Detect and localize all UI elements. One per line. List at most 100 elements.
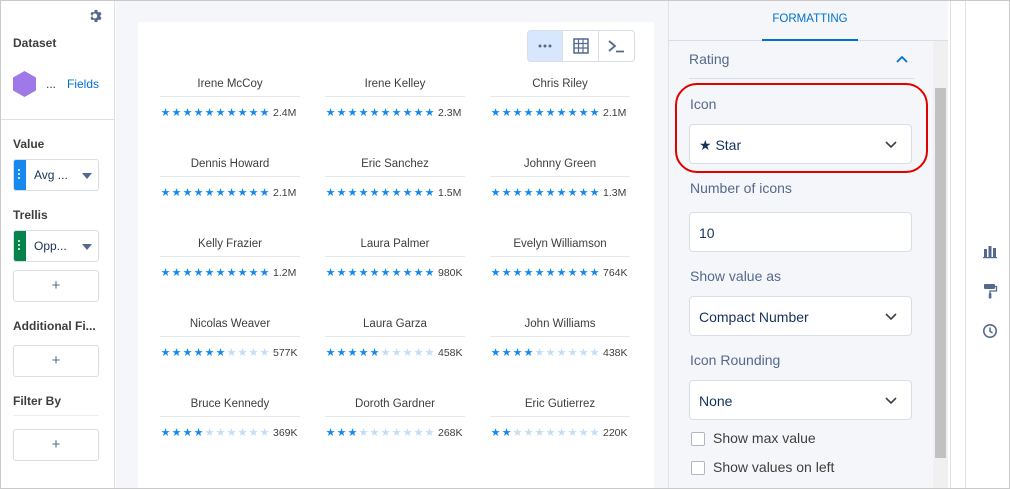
star-filled-icon: ★: [347, 107, 358, 119]
divider: [160, 96, 300, 97]
chevron-up-icon[interactable]: [895, 54, 909, 64]
rating-value: 1.2M: [273, 267, 297, 279]
star-empty-icon: ★: [578, 347, 589, 359]
value-pill-label: Avg ...: [34, 168, 68, 182]
paint-roller-icon[interactable]: [982, 283, 998, 299]
star-filled-icon: ★: [402, 107, 413, 119]
star-filled-icon: ★: [589, 187, 600, 199]
trellis-label: Trellis: [13, 208, 48, 222]
show-max-value-label[interactable]: Show max value: [713, 430, 816, 446]
trellis-cell-name: Bruce Kennedy: [190, 398, 270, 410]
clock-icon[interactable]: [982, 323, 998, 339]
value-pill[interactable]: Avg ...: [13, 159, 99, 191]
number-of-icons-value: 10: [699, 225, 715, 241]
star-filled-icon: ★: [259, 187, 270, 199]
icon-rounding-label: Icon Rounding: [690, 352, 781, 368]
add-filter-button[interactable]: +: [13, 429, 99, 461]
trellis-pill[interactable]: Opp...: [13, 230, 99, 262]
drag-handle[interactable]: [14, 231, 26, 261]
star-filled-icon: ★: [424, 187, 435, 199]
rating-value: 2.4M: [273, 107, 297, 119]
star-filled-icon: ★: [160, 187, 171, 199]
star-filled-icon: ★: [534, 267, 545, 279]
rating-stars: ★ ★ ★ ★ ★ ★ ★ ★ ★ ★: [490, 266, 600, 280]
chart-view-button[interactable]: [528, 31, 564, 61]
bar-chart-icon[interactable]: [982, 243, 998, 259]
star-filled-icon: ★: [347, 427, 358, 439]
trellis-cell: Johnny Green ★ ★ ★ ★ ★ ★ ★ ★ ★ ★ 1.3M: [490, 158, 630, 218]
rating-stars: ★ ★ ★ ★ ★ ★ ★ ★ ★ ★: [160, 266, 270, 280]
star-filled-icon: ★: [424, 107, 435, 119]
add-trellis-button[interactable]: +: [13, 270, 99, 302]
panel-gutter: [116, 1, 128, 488]
star-empty-icon: ★: [402, 427, 413, 439]
query-view-button[interactable]: [599, 31, 634, 61]
star-empty-icon: ★: [391, 347, 402, 359]
star-filled-icon: ★: [534, 107, 545, 119]
star-filled-icon: ★: [490, 267, 501, 279]
star-filled-icon: ★: [501, 267, 512, 279]
star-filled-icon: ★: [193, 427, 204, 439]
caret-down-icon[interactable]: [82, 173, 92, 179]
show-max-value-checkbox[interactable]: [691, 432, 705, 446]
star-empty-icon: ★: [523, 427, 534, 439]
show-value-as-select[interactable]: Compact Number: [689, 296, 912, 336]
rating-value: 1.3M: [603, 187, 627, 199]
rating-stars: ★ ★ ★ ★ ★ ★ ★ ★ ★ ★: [325, 186, 435, 200]
star-filled-icon: ★: [193, 107, 204, 119]
star-filled-icon: ★: [347, 187, 358, 199]
star-filled-icon: ★: [204, 267, 215, 279]
star-filled-icon: ★: [182, 427, 193, 439]
divider: [13, 415, 99, 416]
star-empty-icon: ★: [380, 427, 391, 439]
icon-rounding-select[interactable]: None: [689, 380, 912, 420]
divider: [325, 336, 465, 337]
divider: [325, 256, 465, 257]
section-title[interactable]: Rating: [689, 51, 914, 67]
dataset-name[interactable]: ...: [46, 77, 56, 91]
tab-formatting[interactable]: FORMATTING: [762, 1, 858, 41]
add-additional-field-button[interactable]: +: [13, 345, 99, 377]
trellis-cell: Doroth Gardner ★ ★ ★ ★ ★ ★ ★ ★ ★ ★ 268K: [325, 398, 465, 458]
star-filled-icon: ★: [182, 187, 193, 199]
star-empty-icon: ★: [380, 347, 391, 359]
rail-divider: [950, 1, 966, 488]
trellis-cell: Eric Sanchez ★ ★ ★ ★ ★ ★ ★ ★ ★ ★ 1.5M: [325, 158, 465, 218]
show-values-on-left-label[interactable]: Show values on left: [713, 459, 834, 475]
star-empty-icon: ★: [259, 427, 270, 439]
highlight-circle: [675, 83, 928, 173]
dataset-label: Dataset: [13, 36, 57, 50]
star-filled-icon: ★: [380, 107, 391, 119]
fields-link[interactable]: Fields: [67, 77, 99, 91]
star-filled-icon: ★: [501, 107, 512, 119]
star-filled-icon: ★: [336, 107, 347, 119]
rating-value: 268K: [438, 427, 463, 439]
star-empty-icon: ★: [226, 347, 237, 359]
star-filled-icon: ★: [490, 187, 501, 199]
star-empty-icon: ★: [413, 427, 424, 439]
drag-handle[interactable]: [14, 160, 26, 190]
trellis-cell-name: Doroth Gardner: [355, 398, 435, 410]
rating-value: 980K: [438, 267, 463, 279]
caret-down-icon[interactable]: [82, 244, 92, 250]
trellis-cell: Kelly Frazier ★ ★ ★ ★ ★ ★ ★ ★ ★ ★ 1.2M: [160, 238, 300, 298]
scrollbar-thumb[interactable]: [935, 88, 946, 458]
star-filled-icon: ★: [358, 107, 369, 119]
show-values-on-left-checkbox[interactable]: [691, 461, 705, 475]
trellis-cell-name: Laura Palmer: [360, 238, 430, 250]
table-view-button[interactable]: [563, 31, 599, 61]
rating-stars: ★ ★ ★ ★ ★ ★ ★ ★ ★ ★: [490, 346, 600, 360]
gear-icon[interactable]: [89, 9, 103, 23]
divider: [325, 96, 465, 97]
star-filled-icon: ★: [171, 267, 182, 279]
rating-value: 2.1M: [603, 107, 627, 119]
trellis-cell: Irene McCoy ★ ★ ★ ★ ★ ★ ★ ★ ★ ★ 2.4M: [160, 78, 300, 138]
trellis-cell: Bruce Kennedy ★ ★ ★ ★ ★ ★ ★ ★ ★ ★ 369K: [160, 398, 300, 458]
trellis-cell-name: Laura Garza: [363, 318, 427, 330]
star-filled-icon: ★: [248, 107, 259, 119]
trellis-cell: Dennis Howard ★ ★ ★ ★ ★ ★ ★ ★ ★ ★ 2.1M: [160, 158, 300, 218]
star-filled-icon: ★: [369, 267, 380, 279]
star-filled-icon: ★: [413, 187, 424, 199]
star-filled-icon: ★: [369, 187, 380, 199]
number-of-icons-input[interactable]: 10: [689, 212, 912, 252]
